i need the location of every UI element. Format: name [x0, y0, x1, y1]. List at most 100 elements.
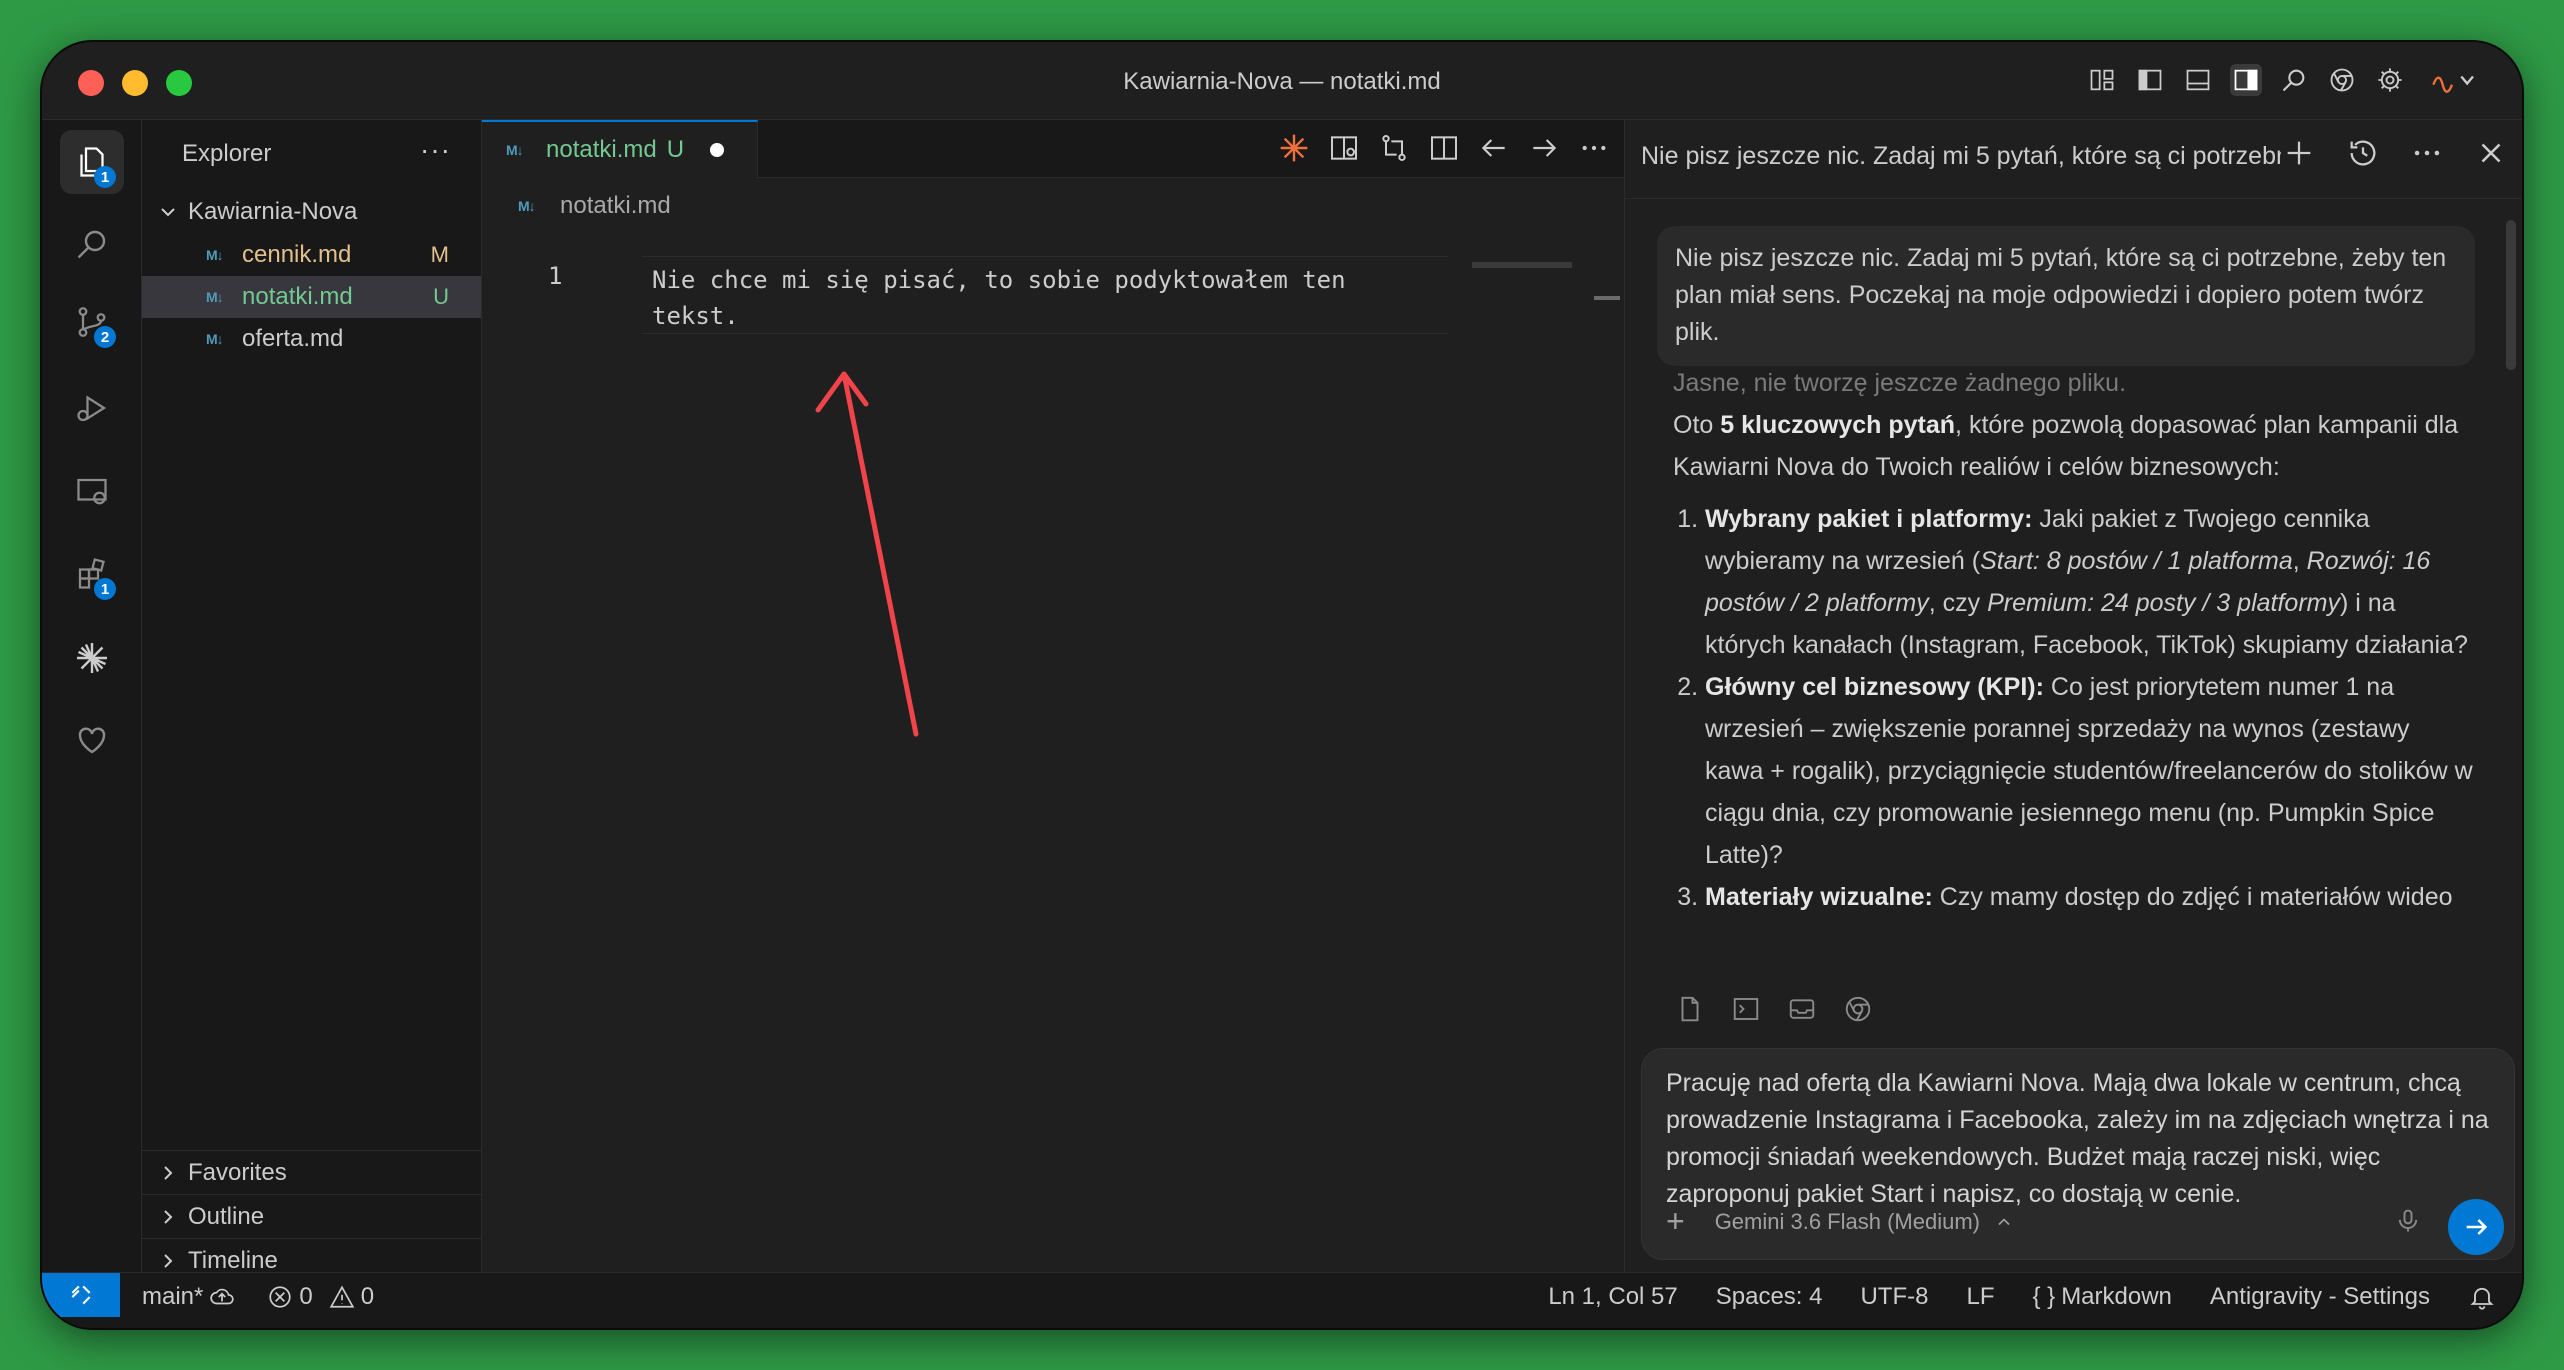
tab-git-status: U: [666, 136, 685, 163]
intro-bold: 5 kluczowych pytań: [1720, 411, 1956, 439]
context-attach-icons: [1675, 994, 1873, 1024]
agent-sparkle-icon[interactable]: [1278, 132, 1310, 164]
breadcrumb-file: notatki.md: [560, 192, 671, 219]
title-bar-actions: [2086, 64, 2482, 96]
questions-list: Wybrany pakiet i platformy: Jaki pakiet …: [1705, 498, 2473, 918]
source-control-activity-icon[interactable]: 2: [60, 290, 124, 354]
search-icon[interactable]: [2278, 64, 2310, 96]
new-chat-icon[interactable]: [2282, 136, 2316, 170]
code-line-wrap: tekst.: [652, 302, 739, 330]
header-divider: [1625, 198, 2522, 199]
error-count: 0: [299, 1283, 313, 1310]
file-oferta-md[interactable]: M↓ oferta.md: [142, 318, 481, 360]
inbox-icon[interactable]: [1787, 994, 1817, 1024]
explorer-more-actions-icon[interactable]: ···: [420, 134, 451, 166]
minimap[interactable]: [1472, 262, 1572, 268]
title-bar: Kawiarnia-Nova — notatki.md: [42, 42, 2522, 120]
question-item: Wybrany pakiet i platformy: Jaki pakiet …: [1705, 498, 2473, 666]
section-favorites[interactable]: Favorites: [142, 1150, 481, 1194]
markdown-icon: M↓: [206, 331, 224, 347]
chevron-right-icon: [164, 1165, 173, 1180]
toggle-panel-icon[interactable]: [2182, 64, 2214, 96]
folder-kawiarnia-nova[interactable]: Kawiarnia-Nova: [142, 192, 481, 232]
split-editor-icon[interactable]: [1428, 132, 1460, 164]
tab-label: notatki.md: [546, 136, 657, 163]
open-preview-icon[interactable]: [1328, 132, 1360, 164]
question-title: Materiały wizualne:: [1705, 883, 1933, 911]
chevron-right-icon: [164, 1253, 173, 1268]
chrome-icon[interactable]: [2326, 64, 2358, 96]
code-line[interactable]: Nie chce mi się pisać, to sobie podyktow…: [652, 262, 1472, 334]
response-faded-line: Jasne, nie tworzę jeszcze żadnego pliku.: [1673, 369, 2127, 397]
tab-notatki-md[interactable]: M↓ notatki.md U: [482, 120, 758, 178]
history-icon[interactable]: [2346, 136, 2380, 170]
end-of-line[interactable]: LF: [1966, 1283, 1994, 1311]
file-cennik-md[interactable]: M↓ cennik.md M: [142, 234, 481, 276]
question-text: , czy: [1928, 589, 1988, 617]
file-icon[interactable]: [1675, 994, 1705, 1024]
branch-name: main*: [142, 1283, 204, 1310]
microphone-button[interactable]: [2394, 1207, 2422, 1240]
open-changes-icon[interactable]: [1378, 132, 1410, 164]
file-notatki-md[interactable]: M↓ notatki.md U: [142, 276, 481, 318]
markdown-icon: M↓: [206, 289, 224, 305]
markdown-icon: M↓: [518, 198, 536, 214]
toggle-secondary-sidebar-icon[interactable]: [2230, 64, 2262, 96]
line-number: 1: [548, 262, 563, 290]
question-item: Materiały wizualne: Czy mamy dostęp do z…: [1705, 876, 2473, 918]
notifications-bell[interactable]: [2468, 1283, 2496, 1311]
layout-customize-icon[interactable]: [2086, 64, 2118, 96]
toggle-primary-sidebar-icon[interactable]: [2134, 64, 2166, 96]
chevron-up-icon[interactable]: [1994, 1212, 2014, 1232]
heart-activity-icon[interactable]: [60, 708, 124, 772]
unsaved-dot-icon[interactable]: [710, 143, 725, 157]
arrow-left-icon[interactable]: [1478, 132, 1510, 164]
error-icon: [269, 1286, 291, 1308]
section-label: Favorites: [188, 1158, 287, 1186]
chevron-down-icon: [161, 208, 175, 217]
indentation[interactable]: Spaces: 4: [1716, 1283, 1823, 1311]
explorer-activity-icon[interactable]: 1: [60, 130, 124, 194]
app-window: Kawiarnia-Nova — notatki.md 1 2 1 Explor…: [40, 40, 2524, 1330]
question-title: Główny cel biznesowy (KPI):: [1705, 673, 2044, 701]
encoding[interactable]: UTF-8: [1860, 1283, 1928, 1311]
chat-input-box[interactable]: Pracuję nad ofertą dla Kawiarni Nova. Ma…: [1641, 1048, 2515, 1260]
gear-icon[interactable]: [2374, 64, 2406, 96]
breadcrumb[interactable]: M↓ notatki.md: [518, 192, 671, 220]
search-activity-icon[interactable]: [60, 212, 124, 276]
chat-scrollbar[interactable]: [2506, 220, 2516, 370]
language-mode[interactable]: { } Markdown: [2032, 1283, 2171, 1311]
agent-chat-panel: Nie pisz jeszcze nic. Zadaj mi 5 pytań, …: [1624, 120, 2522, 1272]
chevron-right-icon: [164, 1209, 173, 1224]
microphone-icon: [2398, 1209, 2418, 1232]
more-actions-icon[interactable]: [1578, 132, 1610, 164]
branch-indicator[interactable]: main*: [142, 1283, 235, 1311]
send-button[interactable]: [2448, 1199, 2504, 1255]
arrow-right-icon[interactable]: [1528, 132, 1560, 164]
scrollbar-marker[interactable]: [1594, 296, 1620, 300]
remote-indicator[interactable]: [42, 1273, 120, 1317]
intro-text: Oto: [1673, 411, 1721, 439]
explorer-badge: 1: [94, 166, 116, 188]
add-context-icon[interactable]: +: [1666, 1203, 1685, 1240]
agent-sparkle-activity-icon[interactable]: [60, 626, 124, 690]
sidebar-title: Explorer: [182, 140, 272, 167]
model-selector[interactable]: Gemini 3.6 Flash (Medium): [1715, 1209, 1980, 1235]
section-outline[interactable]: Outline: [142, 1194, 481, 1238]
close-icon[interactable]: [2474, 136, 2508, 170]
terminal-icon[interactable]: [1731, 994, 1761, 1024]
editor-actions: [1278, 132, 1610, 164]
cursor-position[interactable]: Ln 1, Col 57: [1548, 1283, 1677, 1311]
chrome-icon[interactable]: [1843, 994, 1873, 1024]
cloud-upload-icon: [210, 1288, 235, 1305]
chat-input[interactable]: Pracuję nad ofertą dla Kawiarni Nova. Ma…: [1666, 1065, 2496, 1213]
settings-indicator[interactable]: Antigravity - Settings: [2210, 1283, 2430, 1311]
file-name: cennik.md: [242, 241, 352, 268]
extensions-activity-icon[interactable]: 1: [60, 542, 124, 606]
more-actions-icon[interactable]: [2410, 136, 2444, 170]
folder-name: Kawiarnia-Nova: [188, 198, 358, 225]
account-menu-icon[interactable]: [2422, 64, 2482, 96]
remote-explorer-activity-icon[interactable]: [60, 460, 124, 524]
run-debug-activity-icon[interactable]: [60, 376, 124, 440]
problems-indicator[interactable]: 0 0: [267, 1283, 374, 1311]
